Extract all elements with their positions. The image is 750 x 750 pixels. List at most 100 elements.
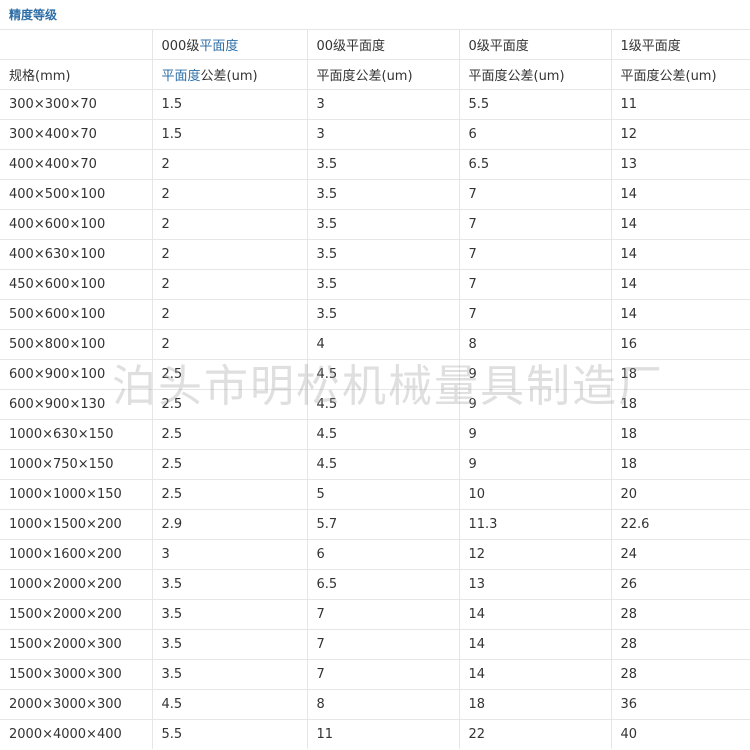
cell-grade-1: 14	[611, 299, 750, 330]
cell-grade-000: 4.5	[152, 689, 308, 720]
cell-spec: 1000×750×150	[0, 449, 153, 480]
table-row: 500×600×100 2 3.5 7 14	[0, 299, 750, 330]
cell-spec: 600×900×130	[0, 389, 153, 420]
cell-grade-0: 6	[459, 119, 612, 150]
table-row: 1500×3000×300 3.5 7 14 28	[0, 659, 750, 690]
header-row-units: 规格(mm) 平面度公差(um) 平面度公差(um) 平面度公差(um) 平面度…	[0, 59, 750, 90]
cell-grade-00: 3.5	[307, 179, 460, 210]
cell-grade-1: 36	[611, 689, 750, 720]
cell-grade-1: 28	[611, 599, 750, 630]
header-tolerance-1: 平面度公差(um)	[611, 59, 750, 90]
cell-grade-000: 3.5	[152, 629, 308, 660]
cell-spec: 1500×2000×200	[0, 599, 153, 630]
table-row: 600×900×130 2.5 4.5 9 18	[0, 389, 750, 420]
flatness-link[interactable]: 平面度	[162, 69, 201, 84]
table-row: 600×900×100 2.5 4.5 9 18	[0, 359, 750, 390]
cell-spec: 1000×1500×200	[0, 509, 153, 540]
cell-grade-00: 7	[307, 599, 460, 630]
cell-spec: 400×600×100	[0, 209, 153, 240]
table-row: 450×600×100 2 3.5 7 14	[0, 269, 750, 300]
cell-grade-0: 6.5	[459, 149, 612, 180]
cell-grade-1: 22.6	[611, 509, 750, 540]
cell-grade-0: 14	[459, 599, 612, 630]
cell-grade-00: 11	[307, 719, 460, 749]
table-row: 400×400×70 2 3.5 6.5 13	[0, 149, 750, 180]
cell-grade-1: 12	[611, 119, 750, 150]
cell-spec: 1000×630×150	[0, 419, 153, 450]
cell-spec: 1500×3000×300	[0, 659, 153, 690]
cell-grade-0: 11.3	[459, 509, 612, 540]
cell-grade-00: 3	[307, 119, 460, 150]
table-row: 400×500×100 2 3.5 7 14	[0, 179, 750, 210]
cell-grade-00: 3.5	[307, 269, 460, 300]
table-row: 500×800×100 2 4 8 16	[0, 329, 750, 360]
cell-spec: 300×300×70	[0, 89, 153, 120]
cell-grade-00: 5	[307, 479, 460, 510]
header-grade-00: 00级平面度	[307, 29, 460, 60]
header-grade-1: 1级平面度	[611, 29, 750, 60]
cell-spec: 500×800×100	[0, 329, 153, 360]
flatness-tolerance-table: 000级平面度 00级平面度 0级平面度 1级平面度 规格(mm) 平面度公差(…	[0, 29, 750, 749]
cell-grade-000: 3.5	[152, 599, 308, 630]
cell-grade-00: 4.5	[307, 359, 460, 390]
cell-grade-00: 3.5	[307, 149, 460, 180]
cell-grade-00: 3.5	[307, 209, 460, 240]
cell-grade-000: 2.5	[152, 359, 308, 390]
cell-grade-0: 7	[459, 209, 612, 240]
cell-grade-1: 24	[611, 539, 750, 570]
cell-spec: 1000×2000×200	[0, 569, 153, 600]
cell-grade-000: 2.9	[152, 509, 308, 540]
cell-grade-0: 14	[459, 659, 612, 690]
cell-grade-00: 4.5	[307, 419, 460, 450]
cell-grade-00: 7	[307, 659, 460, 690]
cell-grade-1: 14	[611, 179, 750, 210]
header-grade-0: 0级平面度	[459, 29, 612, 60]
cell-grade-0: 7	[459, 179, 612, 210]
cell-spec: 400×400×70	[0, 149, 153, 180]
cell-grade-1: 18	[611, 449, 750, 480]
cell-spec: 450×600×100	[0, 269, 153, 300]
cell-grade-00: 3	[307, 89, 460, 120]
cell-grade-0: 7	[459, 299, 612, 330]
cell-spec: 2000×3000×300	[0, 689, 153, 720]
grade-000-label: 000级	[161, 39, 200, 54]
cell-grade-1: 11	[611, 89, 750, 120]
cell-grade-00: 8	[307, 689, 460, 720]
tolerance-unit-label: 公差(um)	[200, 69, 258, 84]
cell-grade-0: 10	[459, 479, 612, 510]
table-row: 1000×750×150 2.5 4.5 9 18	[0, 449, 750, 480]
cell-grade-0: 12	[459, 539, 612, 570]
cell-grade-1: 18	[611, 359, 750, 390]
cell-grade-000: 3.5	[152, 659, 308, 690]
cell-grade-000: 3.5	[152, 569, 308, 600]
cell-grade-000: 2.5	[152, 449, 308, 480]
table-row: 1000×630×150 2.5 4.5 9 18	[0, 419, 750, 450]
header-tolerance-0: 平面度公差(um)	[459, 59, 612, 90]
cell-spec: 600×900×100	[0, 359, 153, 390]
cell-grade-000: 5.5	[152, 719, 308, 749]
cell-grade-1: 14	[611, 269, 750, 300]
flatness-link[interactable]: 平面度	[199, 39, 238, 54]
cell-grade-000: 2	[152, 149, 308, 180]
cell-grade-1: 18	[611, 419, 750, 450]
cell-grade-00: 7	[307, 629, 460, 660]
cell-grade-0: 5.5	[459, 89, 612, 120]
cell-grade-000: 1.5	[152, 89, 308, 120]
cell-grade-000: 2	[152, 299, 308, 330]
header-row-grades: 000级平面度 00级平面度 0级平面度 1级平面度	[0, 29, 750, 60]
cell-grade-000: 2.5	[152, 479, 308, 510]
cell-grade-00: 6	[307, 539, 460, 570]
cell-grade-1: 40	[611, 719, 750, 749]
table-row: 1000×1500×200 2.9 5.7 11.3 22.6	[0, 509, 750, 540]
cell-grade-000: 2	[152, 329, 308, 360]
table-row: 1500×2000×200 3.5 7 14 28	[0, 599, 750, 630]
cell-spec: 1000×1600×200	[0, 539, 153, 570]
cell-grade-1: 14	[611, 239, 750, 270]
cell-grade-1: 26	[611, 569, 750, 600]
cell-grade-0: 14	[459, 629, 612, 660]
cell-spec: 1000×1000×150	[0, 479, 153, 510]
cell-grade-1: 14	[611, 209, 750, 240]
cell-grade-00: 4.5	[307, 389, 460, 420]
table-row: 1000×1600×200 3 6 12 24	[0, 539, 750, 570]
cell-grade-000: 2	[152, 209, 308, 240]
